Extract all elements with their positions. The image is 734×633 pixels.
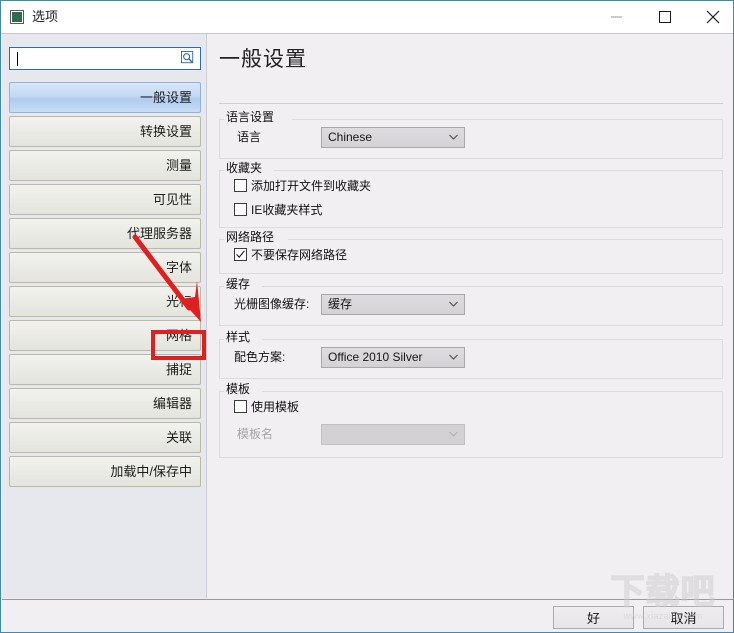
sidebar-item-label: 网格 bbox=[165, 328, 192, 343]
checkmark-icon bbox=[236, 250, 245, 259]
checkbox-box bbox=[234, 248, 247, 261]
window-title: 选项 bbox=[32, 9, 59, 24]
sidebar-item-grid[interactable]: 网格 bbox=[9, 320, 201, 351]
chevron-down-icon bbox=[449, 301, 458, 307]
sidebar-item-association[interactable]: 关联 bbox=[9, 422, 201, 453]
close-button[interactable] bbox=[690, 1, 733, 33]
sidebar-item-proxy[interactable]: 代理服务器 bbox=[9, 218, 201, 249]
checkbox-label: 添加打开文件到收藏夹 bbox=[251, 179, 372, 193]
group-favorites-legend: 收藏夹 bbox=[224, 161, 267, 175]
sidebar-item-editor[interactable]: 编辑器 bbox=[9, 388, 201, 419]
group-cache: 缓存 光栅图像缓存: 缓存 bbox=[219, 277, 723, 326]
group-favorites: 收藏夹 添加打开文件到收藏夹 IE收藏夹样式 bbox=[219, 161, 723, 228]
sidebar-item-label: 关联 bbox=[165, 430, 192, 445]
sidebar-item-label: 加载中/保存中 bbox=[110, 464, 192, 479]
sidebar-item-label: 光标 bbox=[165, 294, 192, 309]
language-select[interactable]: Chinese bbox=[321, 127, 465, 148]
checkbox-label: 不要保存网络路径 bbox=[251, 248, 348, 262]
options-dialog: 选项 一般设置 转换设置 测量 可见性 代理服务器 字体 光标 网格 捕捉 编辑… bbox=[0, 0, 734, 633]
sidebar-item-label: 捕捉 bbox=[165, 362, 192, 377]
sidebar-item-label: 转换设置 bbox=[139, 124, 192, 139]
checkbox-label: 使用模板 bbox=[251, 400, 300, 414]
title-divider bbox=[219, 103, 723, 104]
sidebar-item-general[interactable]: 一般设置 bbox=[9, 82, 201, 113]
app-options-icon bbox=[10, 10, 24, 24]
checkbox-box bbox=[234, 179, 247, 192]
chevron-down-icon bbox=[449, 431, 458, 437]
group-cache-legend: 缓存 bbox=[224, 277, 255, 291]
sidebar-list: 一般设置 转换设置 测量 可见性 代理服务器 字体 光标 网格 捕捉 编辑器 关… bbox=[2, 82, 206, 490]
color-scheme-select[interactable]: Office 2010 Silver bbox=[321, 347, 465, 368]
sidebar-item-label: 测量 bbox=[165, 158, 192, 173]
sidebar-item-font[interactable]: 字体 bbox=[9, 252, 201, 283]
cache-field-label: 光栅图像缓存: bbox=[234, 297, 310, 311]
language-field-label: 语言 bbox=[237, 130, 262, 144]
search-box[interactable] bbox=[9, 47, 201, 70]
checkbox-label: IE收藏夹样式 bbox=[251, 203, 323, 217]
sidebar-item-label: 一般设置 bbox=[139, 90, 192, 105]
search-input[interactable] bbox=[14, 50, 174, 67]
maximize-button[interactable] bbox=[642, 1, 688, 33]
sidebar-item-load-save[interactable]: 加载中/保存中 bbox=[9, 456, 201, 487]
sidebar-item-conversion[interactable]: 转换设置 bbox=[9, 116, 201, 147]
raster-cache-value: 缓存 bbox=[328, 297, 353, 311]
color-scheme-field-label: 配色方案: bbox=[234, 350, 286, 364]
group-network-legend: 网络路径 bbox=[224, 230, 279, 244]
sidebar-item-label: 字体 bbox=[165, 260, 192, 275]
sidebar-item-measure[interactable]: 测量 bbox=[9, 150, 201, 181]
sidebar-item-visibility[interactable]: 可见性 bbox=[9, 184, 201, 215]
maximize-icon bbox=[659, 11, 671, 23]
sidebar-item-label: 可见性 bbox=[152, 192, 192, 207]
sidebar-item-label: 编辑器 bbox=[152, 396, 192, 411]
cancel-button[interactable]: 取消 bbox=[643, 606, 724, 629]
group-style: 样式 配色方案: Office 2010 Silver bbox=[219, 330, 723, 379]
close-icon bbox=[706, 10, 720, 24]
raster-cache-select[interactable]: 缓存 bbox=[321, 294, 465, 315]
chevron-down-icon bbox=[449, 134, 458, 140]
sidebar-item-label: 代理服务器 bbox=[126, 226, 192, 241]
group-language: 语言设置 语言 Chinese bbox=[219, 110, 723, 159]
minimize-icon bbox=[611, 16, 622, 18]
group-template: 模板 使用模板 模板名 bbox=[219, 382, 723, 458]
chevron-down-icon bbox=[449, 354, 458, 360]
page-title: 一般设置 bbox=[219, 48, 307, 71]
title-bar: 选项 bbox=[1, 1, 733, 34]
search-icon[interactable] bbox=[181, 51, 196, 66]
template-name-field-label: 模板名 bbox=[237, 427, 274, 441]
language-select-value: Chinese bbox=[328, 130, 373, 144]
group-language-legend: 语言设置 bbox=[224, 110, 279, 124]
dialog-footer: 好 取消 bbox=[2, 599, 733, 632]
template-name-select[interactable] bbox=[321, 424, 465, 445]
ok-button[interactable]: 好 bbox=[553, 606, 634, 629]
group-style-legend: 样式 bbox=[224, 330, 255, 344]
checkbox-box bbox=[234, 203, 247, 216]
sidebar-item-snap[interactable]: 捕捉 bbox=[9, 354, 201, 385]
checkbox-box bbox=[234, 400, 247, 413]
sidebar-item-cursor[interactable]: 光标 bbox=[9, 286, 201, 317]
color-scheme-value: Office 2010 Silver bbox=[328, 350, 423, 364]
minimize-button[interactable] bbox=[594, 1, 640, 33]
group-template-legend: 模板 bbox=[224, 382, 255, 396]
sidebar: 一般设置 转换设置 测量 可见性 代理服务器 字体 光标 网格 捕捉 编辑器 关… bbox=[2, 34, 207, 598]
settings-panel: 一般设置 语言设置 语言 Chinese 收藏夹 添加打开文件到收藏夹 IE收藏… bbox=[207, 34, 733, 598]
group-network-path: 网络路径 不要保存网络路径 bbox=[219, 230, 723, 274]
